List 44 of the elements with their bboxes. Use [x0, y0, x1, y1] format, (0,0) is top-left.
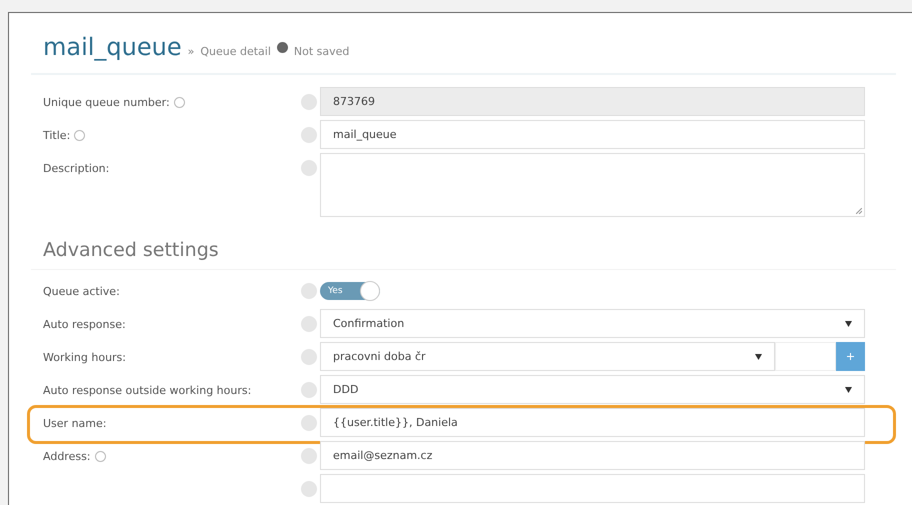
- info-icon: [276, 42, 288, 52]
- help-icon[interactable]: [301, 349, 317, 365]
- help-icon[interactable]: [94, 451, 106, 462]
- breadcrumb[interactable]: Queue detail: [200, 45, 271, 58]
- help-icon[interactable]: [301, 481, 317, 497]
- help-icon[interactable]: [301, 316, 317, 332]
- field-label: Auto response outside working hours:: [43, 384, 252, 397]
- help-icon[interactable]: [301, 415, 317, 431]
- page-title: mail_queue: [43, 33, 182, 61]
- field-label: Working hours:: [43, 351, 126, 364]
- save-status: Not saved: [294, 45, 350, 58]
- caret-icon: [845, 320, 852, 326]
- add-button[interactable]: [836, 342, 865, 371]
- input-field[interactable]: [320, 474, 865, 503]
- section-heading: Advanced settings: [31, 217, 896, 270]
- text-area[interactable]: [320, 153, 865, 217]
- select-field[interactable]: Confirmation: [320, 309, 865, 338]
- help-icon[interactable]: [301, 283, 317, 299]
- input-field[interactable]: mail_queue: [320, 120, 865, 149]
- breadcrumb-separator: »: [188, 45, 194, 58]
- select-field[interactable]: pracovni doba čr: [320, 342, 775, 371]
- caret-icon: [755, 354, 762, 360]
- input-field[interactable]: email@seznam.cz: [320, 441, 865, 470]
- input-field[interactable]: 873769: [320, 87, 865, 116]
- plus-icon: [847, 353, 854, 360]
- field-label: Auto response:: [43, 318, 126, 331]
- help-icon[interactable]: [301, 127, 317, 143]
- select-field[interactable]: DDD: [320, 375, 865, 404]
- caret-icon: [845, 386, 852, 392]
- field-label: Unique queue number:: [43, 96, 170, 109]
- help-icon[interactable]: [74, 130, 86, 141]
- field-label: User name:: [43, 417, 106, 430]
- help-icon[interactable]: [301, 448, 317, 464]
- field-label: Description:: [43, 162, 110, 175]
- help-icon[interactable]: [301, 94, 317, 110]
- help-icon[interactable]: [301, 382, 317, 398]
- input-field[interactable]: {{user.title}}, Daniela: [320, 408, 865, 437]
- field-label: Queue active:: [43, 285, 120, 298]
- input-field[interactable]: [775, 342, 836, 371]
- field-label: Title:: [43, 129, 70, 142]
- resize-grip-icon: [856, 208, 862, 214]
- help-icon[interactable]: [174, 97, 185, 108]
- help-icon[interactable]: [301, 160, 317, 176]
- field-label: Address:: [43, 450, 91, 463]
